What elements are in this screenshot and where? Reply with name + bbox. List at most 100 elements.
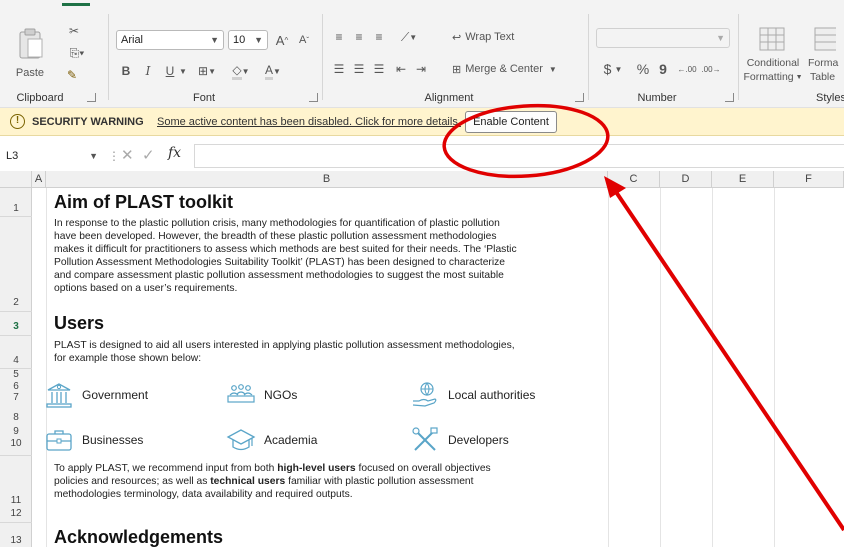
row-divider — [0, 522, 32, 523]
group-divider — [588, 14, 589, 100]
users-line: for example those shown below: — [54, 353, 202, 364]
merge-center-button[interactable]: ⊞ Merge & Center ▼ — [452, 60, 572, 78]
alignment-group: ≡ ≡ ≡ ⟋ ▼ ☰ ☰ ☰ ⇤ ⇥ ↩ Wrap Text ⊞ Merge &… — [324, 10, 588, 106]
column-header-d[interactable]: D — [660, 171, 712, 188]
row-header-12[interactable]: 12 — [0, 508, 32, 519]
clipboard-group: Paste ✂ ⎘▾ ✎ Clipboard — [0, 10, 108, 106]
security-warning-message[interactable]: Some active content has been disabled. C… — [157, 116, 461, 128]
aim-line: In response to the plastic pollution cri… — [54, 218, 500, 229]
cut-icon[interactable]: ✂ — [64, 22, 84, 40]
name-box[interactable]: L3 ▼ — [4, 145, 102, 167]
column-header-a[interactable]: A — [32, 171, 46, 188]
acknowledgements-heading: Acknowledgements — [54, 527, 224, 547]
borders-button[interactable]: ⊞ ▼ — [194, 62, 220, 80]
grow-font-button[interactable]: A ^ — [272, 30, 292, 50]
select-all-corner[interactable] — [0, 171, 32, 188]
orientation-icon[interactable]: ⟋ ▼ — [396, 28, 422, 46]
copy-icon[interactable]: ⎘▾ — [62, 44, 92, 62]
group-divider — [738, 14, 739, 100]
government-building-icon — [46, 383, 72, 408]
user-type-label: Local authorities — [448, 388, 536, 402]
number-launcher-icon[interactable] — [725, 93, 734, 102]
insert-function-button[interactable]: fx — [168, 145, 181, 161]
wrap-text-icon: ↩ — [452, 31, 462, 44]
italic-button[interactable]: I — [140, 62, 156, 80]
top-align-icon[interactable]: ≡ — [330, 28, 348, 46]
column-header-b[interactable]: B — [46, 171, 608, 188]
row-header-11[interactable]: 11 — [0, 495, 32, 506]
alignment-launcher-icon[interactable] — [575, 93, 584, 102]
apply-bold-text: high-level users — [277, 463, 356, 474]
column-header-f[interactable]: F — [774, 171, 844, 188]
format-as-label[interactable]: Forma — [808, 56, 844, 70]
font-launcher-icon[interactable] — [309, 93, 318, 102]
gridline — [712, 188, 713, 547]
column-header-e[interactable]: E — [712, 171, 774, 188]
apply-line-1: To apply PLAST, we recommend input from … — [54, 462, 599, 475]
wrap-text-button[interactable]: ↩ Wrap Text — [452, 28, 542, 46]
middle-align-icon[interactable]: ≡ — [350, 28, 368, 46]
decrease-indent-icon[interactable]: ⇤ — [392, 60, 410, 78]
row-divider — [0, 311, 32, 312]
warning-icon: ! — [10, 114, 25, 129]
row-header-5[interactable]: 5 — [0, 369, 32, 380]
bottom-align-icon[interactable]: ≡ — [370, 28, 388, 46]
check-icon[interactable]: ✓ — [142, 146, 155, 164]
chevron-down-icon[interactable]: ▼ — [178, 62, 188, 80]
underline-button[interactable]: U — [162, 62, 178, 80]
font-size-select[interactable]: 10 ▼ — [228, 30, 268, 50]
increase-indent-icon[interactable]: ⇥ — [412, 60, 430, 78]
users-line: PLAST is designed to aid all users inter… — [54, 340, 515, 351]
format-painter-icon[interactable]: ✎ — [62, 66, 82, 84]
user-type-local-authorities: Local authorities — [410, 381, 535, 409]
row-header-1[interactable]: 1 — [0, 203, 32, 214]
row-header-10[interactable]: 10 — [0, 438, 32, 449]
row-header-6[interactable]: 6 — [0, 381, 32, 392]
percent-button[interactable]: % — [634, 60, 652, 78]
styles-group: Conditional Formatting ▼ Forma Table Styl… — [740, 10, 844, 106]
bold-button[interactable]: B — [118, 62, 134, 80]
currency-button[interactable]: $ ▼ — [598, 60, 628, 78]
user-type-label: Developers — [448, 433, 509, 447]
formatting-label[interactable]: Formatting ▼ — [742, 70, 804, 84]
format-as-table-icon[interactable] — [814, 24, 844, 54]
row-header-9[interactable]: 9 — [0, 426, 32, 437]
font-color-button[interactable]: A ▼ — [260, 62, 286, 80]
increase-decimal-button[interactable]: ← .00 — [676, 60, 698, 78]
fill-color-button[interactable]: ◇ ▼ — [228, 62, 254, 80]
number-format-select[interactable]: ▼ — [596, 28, 730, 48]
clipboard-launcher-icon[interactable] — [87, 93, 96, 102]
paste-button[interactable] — [14, 24, 48, 64]
apply-text: focused on overall objectives — [355, 463, 491, 474]
row-header-4[interactable]: 4 — [0, 355, 32, 366]
number-group-label: Number — [637, 92, 677, 104]
row-header-3[interactable]: 3 — [0, 321, 32, 332]
align-center-icon[interactable]: ☰ — [350, 60, 368, 78]
formatting-text: Formatting — [743, 71, 794, 83]
decrease-decimal-label: .00 — [701, 64, 713, 74]
gridline — [774, 188, 775, 547]
row-header-13[interactable]: 13 — [0, 535, 32, 546]
user-type-businesses: Businesses — [44, 426, 143, 454]
conditional-formatting-icon[interactable] — [750, 24, 794, 54]
shrink-font-button[interactable]: Aˇ — [294, 30, 314, 50]
decrease-decimal-button[interactable]: .00 → — [700, 60, 722, 78]
row-header-7[interactable]: 7 — [0, 392, 32, 403]
align-right-icon[interactable]: ☰ — [370, 60, 388, 78]
tools-icon — [412, 427, 438, 451]
column-header-c[interactable]: C — [608, 171, 660, 188]
table-label[interactable]: Table — [810, 70, 844, 84]
alignment-group-label: Alignment — [424, 92, 474, 104]
row-header-2[interactable]: 2 — [0, 297, 32, 308]
font-family-select[interactable]: Arial ▼ — [116, 30, 224, 50]
merge-icon: ⊞ — [452, 63, 462, 76]
align-left-icon[interactable]: ☰ — [330, 60, 348, 78]
formula-input[interactable] — [194, 144, 844, 168]
conditional-label[interactable]: Conditional — [742, 56, 804, 70]
row-header-8[interactable]: 8 — [0, 412, 32, 423]
group-divider — [108, 14, 109, 100]
cancel-icon[interactable]: ✕ — [121, 146, 134, 164]
comma-button[interactable]: 9 — [656, 60, 670, 78]
merge-center-label: Merge & Center — [465, 63, 543, 75]
enable-content-button[interactable]: Enable Content — [465, 111, 557, 133]
